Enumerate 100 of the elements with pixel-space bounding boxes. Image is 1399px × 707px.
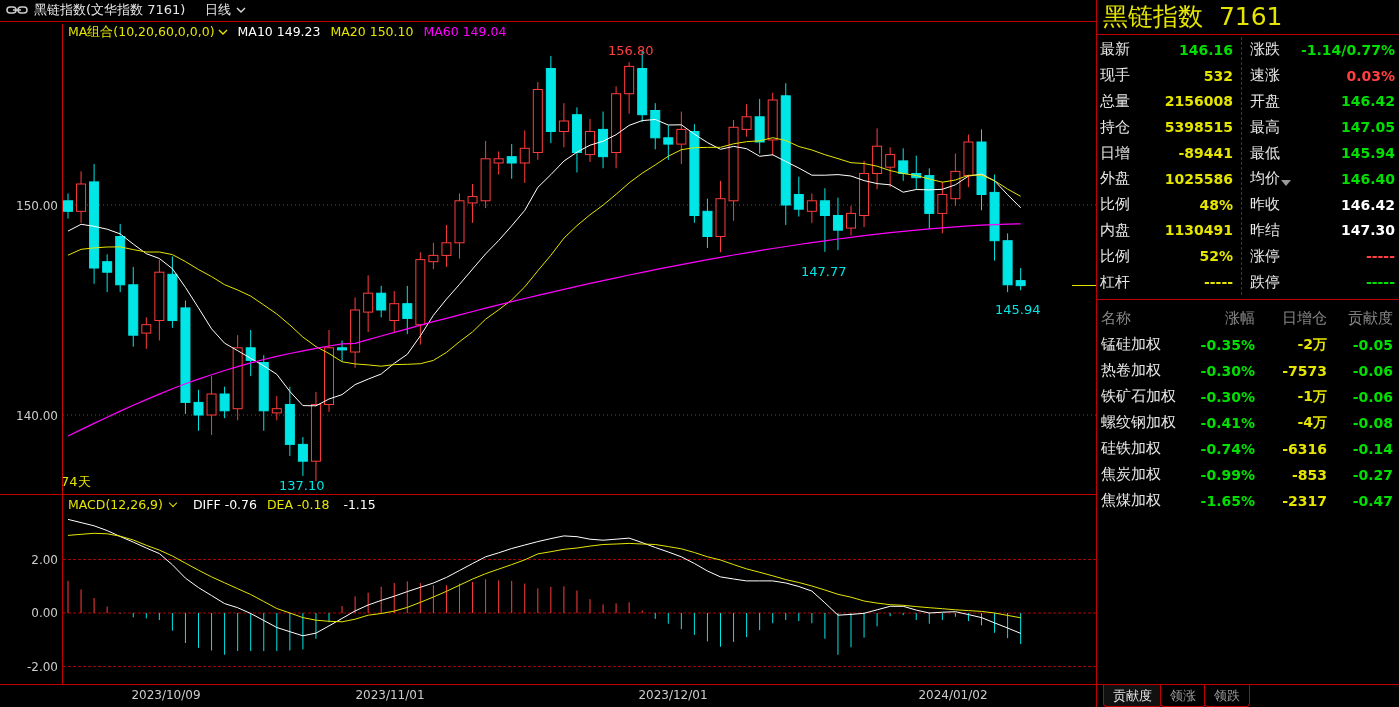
quote-value: 146.16 <box>1179 41 1234 58</box>
series-name: DIFF <box>192 497 221 513</box>
quote-label: 开盘 <box>1250 92 1281 111</box>
quote-label: 总量 <box>1100 92 1130 111</box>
column-header: 贡献度 <box>1347 309 1393 329</box>
quote-label: 持仓 <box>1100 117 1130 137</box>
quote-value: 1025586 <box>1164 170 1234 187</box>
chevron-icon <box>236 7 247 14</box>
macd-settings-dropdown[interactable]: MACD(12,26,9) <box>68 497 179 513</box>
quote-value: 48% <box>1199 196 1234 213</box>
quote-label: 最低 <box>1250 143 1281 163</box>
quote-label: 比例 <box>1100 195 1130 215</box>
quote-label: 涨停 <box>1250 246 1281 266</box>
table-cell-text: -1.65% <box>1199 492 1255 509</box>
table-cell-text: -853 <box>1290 466 1327 483</box>
ma-value: MA20 150.10 <box>330 23 414 41</box>
quote-value: 146.42 <box>1340 196 1395 213</box>
x-axis-label: 2024/01/02 <box>917 688 989 703</box>
x-axis-label: 2023/12/01 <box>637 688 709 703</box>
quote-label: 外盘 <box>1100 169 1130 189</box>
table-cell-text: -6316 <box>1281 440 1327 457</box>
y-axis-label: 150.00 <box>16 198 58 213</box>
quote-value: -89441 <box>1178 145 1234 162</box>
table-cell-text: -0.47 <box>1351 492 1393 509</box>
quote-value: 146.42 <box>1340 93 1395 110</box>
quote-label: 最新 <box>1100 40 1130 60</box>
quote-value: 147.05 <box>1340 119 1395 136</box>
table-cell-text: -0.30% <box>1199 362 1255 379</box>
x-axis-label: 2023/11/01 <box>354 688 426 703</box>
quote-label: 杠杆 <box>1100 272 1130 292</box>
table-cell-text: -7573 <box>1281 362 1327 379</box>
table-cell-text: -0.14 <box>1351 440 1393 457</box>
quote-value: 2156008 <box>1164 93 1234 110</box>
bottom-tab[interactable]: 领涨 <box>1160 685 1206 707</box>
column-header: 日增仓 <box>1281 309 1327 329</box>
quote-label: 均价 <box>1250 169 1281 189</box>
quote-value: ----- <box>1204 274 1234 291</box>
quote-label: 内盘 <box>1100 220 1130 240</box>
chart-title: 黑链指数(文华指数 7161) <box>34 1 186 20</box>
quote-label: 昨结 <box>1250 220 1281 240</box>
quote-value: ----- <box>1365 248 1395 265</box>
quote-label: 昨收 <box>1250 195 1281 215</box>
link-icon[interactable] <box>6 5 28 16</box>
quote-value: 1130491 <box>1164 222 1234 239</box>
series-name: DEA <box>267 497 294 513</box>
quote-label: 跌停 <box>1250 272 1281 292</box>
price-annotation: 156.80 <box>608 42 654 58</box>
table-cell-text: -0.41% <box>1199 414 1255 431</box>
table-cell-text: -0.35% <box>1199 336 1255 353</box>
price-annotation: 137.10 <box>279 477 325 493</box>
table-cell-text: 焦煤加权 <box>1101 491 1162 511</box>
y-axis-label: 2.00 <box>31 552 58 567</box>
price-marker-line <box>1071 284 1096 286</box>
table-cell-text: 热卷加权 <box>1101 361 1162 381</box>
table-cell-text: -0.30% <box>1199 388 1255 405</box>
bottom-tab[interactable]: 贡献度 <box>1103 685 1162 707</box>
table-cell-text: 铁矿石加权 <box>1101 387 1177 407</box>
table-cell-text: 焦炭加权 <box>1101 465 1162 485</box>
bottom-tab[interactable]: 领跌 <box>1204 685 1250 707</box>
quote-value: 146.40 <box>1340 170 1395 187</box>
table-cell-text: -4万 <box>1296 413 1327 432</box>
quote-value: 145.94 <box>1340 145 1395 162</box>
ma-value: MA10 149.23 <box>237 23 321 41</box>
quote-label: 最高 <box>1250 117 1281 137</box>
table-cell-text: -0.08 <box>1351 414 1393 431</box>
table-cell-text: 硅铁加权 <box>1101 439 1162 459</box>
series-value: -0.18 <box>297 497 330 513</box>
column-header: 名称 <box>1101 309 1132 329</box>
quote-value: 52% <box>1199 248 1234 265</box>
quote-value: 532 <box>1203 67 1234 84</box>
y-axis-label: 0.00 <box>31 606 58 621</box>
ma-value: MA60 149.04 <box>423 23 507 41</box>
table-cell-text: -0.27 <box>1351 466 1393 483</box>
table-cell-text: -2万 <box>1296 335 1327 354</box>
table-cell-text: -2317 <box>1281 492 1327 509</box>
column-header: 涨幅 <box>1224 309 1255 329</box>
quote-label: 速涨 <box>1250 66 1281 86</box>
histogram-value: -1.15 <box>343 497 376 513</box>
quote-value: ----- <box>1365 274 1395 291</box>
table-cell-text: -0.99% <box>1199 466 1255 483</box>
table-cell-text: -0.06 <box>1351 362 1393 379</box>
y-axis-label: 140.00 <box>16 408 58 423</box>
quote-label: 现手 <box>1100 66 1130 86</box>
table-cell-text: -1万 <box>1296 387 1327 406</box>
dropdown-icon[interactable] <box>1281 179 1292 186</box>
table-cell-text: -0.74% <box>1199 440 1255 457</box>
period-dropdown[interactable]: 日线 <box>205 1 247 20</box>
x-axis-label: 2023/10/09 <box>130 688 202 703</box>
price-annotation: 147.77 <box>801 263 847 279</box>
instrument-title: 黑链指数 7161 <box>1097 0 1399 35</box>
y-axis-label: -2.00 <box>26 659 58 674</box>
chevron-icon <box>217 29 228 36</box>
quote-label: 日增 <box>1100 143 1130 163</box>
ma-settings-dropdown[interactable]: MA组合(10,20,60,0,0,0) <box>68 23 228 41</box>
quote-label: 比例 <box>1100 246 1130 266</box>
price-annotation: 145.94 <box>995 301 1041 317</box>
quote-value: 147.30 <box>1340 222 1395 239</box>
quote-value: 0.03% <box>1346 67 1395 84</box>
quote-value: -1.14/0.77% <box>1300 41 1395 58</box>
series-value: -0.76 <box>224 497 257 513</box>
